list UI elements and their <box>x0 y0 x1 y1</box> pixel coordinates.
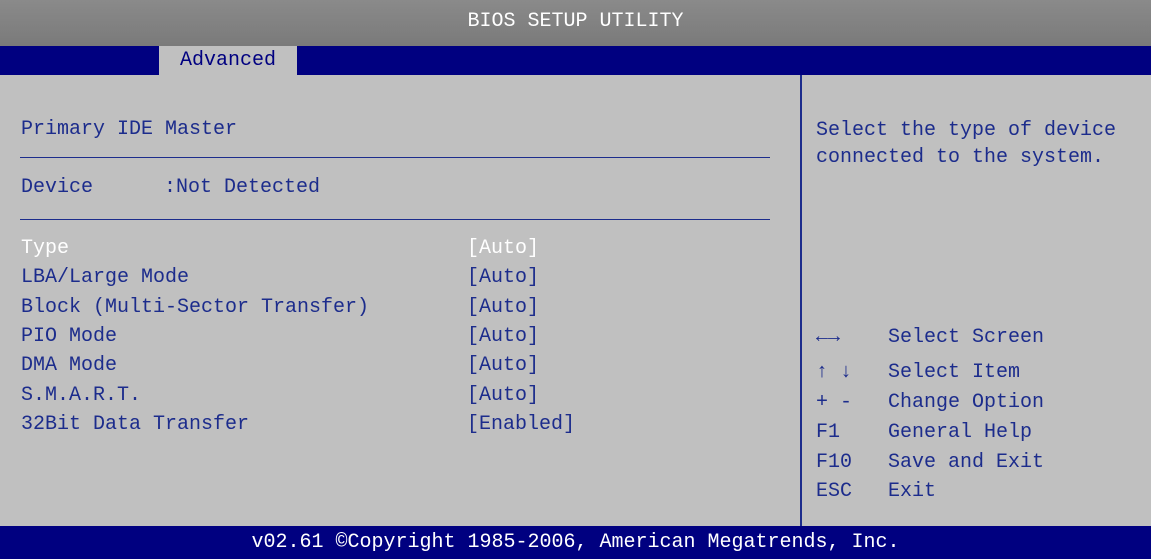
key-plus-minus: + - <box>816 391 853 414</box>
key-f1: F1 <box>816 421 841 444</box>
bios-title: BIOS SETUP UTILITY <box>467 10 684 33</box>
setting-value-type[interactable]: [Auto] <box>467 238 539 260</box>
setting-value-dma-mode[interactable]: [Auto] <box>467 355 539 377</box>
section-title: Primary IDE Master <box>21 118 238 141</box>
key-arrows-lr: ←→ <box>816 326 841 349</box>
key-desc-select-screen: Select Screen <box>888 326 1045 349</box>
key-arrows-ud: ↑ ↓ <box>816 361 853 384</box>
tab-advanced[interactable]: Advanced <box>159 46 297 75</box>
setting-value-block-transfer[interactable]: [Auto] <box>467 297 539 319</box>
setting-label-type: Type <box>21 237 70 260</box>
key-desc-change-option: Change Option <box>888 391 1045 414</box>
device-value: :Not Detected <box>164 176 321 199</box>
key-esc: ESC <box>816 480 853 503</box>
key-desc-save-exit: Save and Exit <box>888 451 1045 474</box>
setting-label-32bit-transfer: 32Bit Data Transfer <box>21 413 250 436</box>
setting-label-smart: S.M.A.R.T. <box>21 384 142 407</box>
setting-value-pio-mode[interactable]: [Auto] <box>467 326 539 348</box>
bios-title-bar: BIOS SETUP UTILITY <box>0 0 1151 46</box>
setting-label-block-transfer: Block (Multi-Sector Transfer) <box>21 296 370 319</box>
tab-strip: Advanced <box>0 46 1151 75</box>
key-desc-exit: Exit <box>888 480 937 503</box>
key-f10: F10 <box>816 451 853 474</box>
settings-panel: Primary IDE Master Device :Not Detected … <box>0 75 800 526</box>
key-desc-general-help: General Help <box>888 421 1033 444</box>
device-label: Device <box>21 176 94 199</box>
tab-advanced-label: Advanced <box>179 49 276 72</box>
help-description: Select the type of device connected to t… <box>816 119 1117 169</box>
key-desc-select-item: Select Item <box>888 361 1021 384</box>
divider-top <box>20 157 770 158</box>
help-panel: Select the type of device connected to t… <box>800 75 1151 526</box>
setting-label-pio-mode: PIO Mode <box>21 325 118 348</box>
setting-value-smart[interactable]: [Auto] <box>467 385 539 407</box>
divider-bottom <box>20 219 770 220</box>
setting-value-lba-large-mode[interactable]: [Auto] <box>467 267 539 289</box>
copyright-text: v02.61 ©Copyright 1985-2006, American Me… <box>251 531 900 554</box>
setting-label-lba-large-mode: LBA/Large Mode <box>21 266 190 289</box>
setting-value-32bit-transfer[interactable]: [Enabled] <box>467 414 575 436</box>
setting-label-dma-mode: DMA Mode <box>21 354 118 377</box>
copyright-footer: v02.61 ©Copyright 1985-2006, American Me… <box>0 526 1151 559</box>
